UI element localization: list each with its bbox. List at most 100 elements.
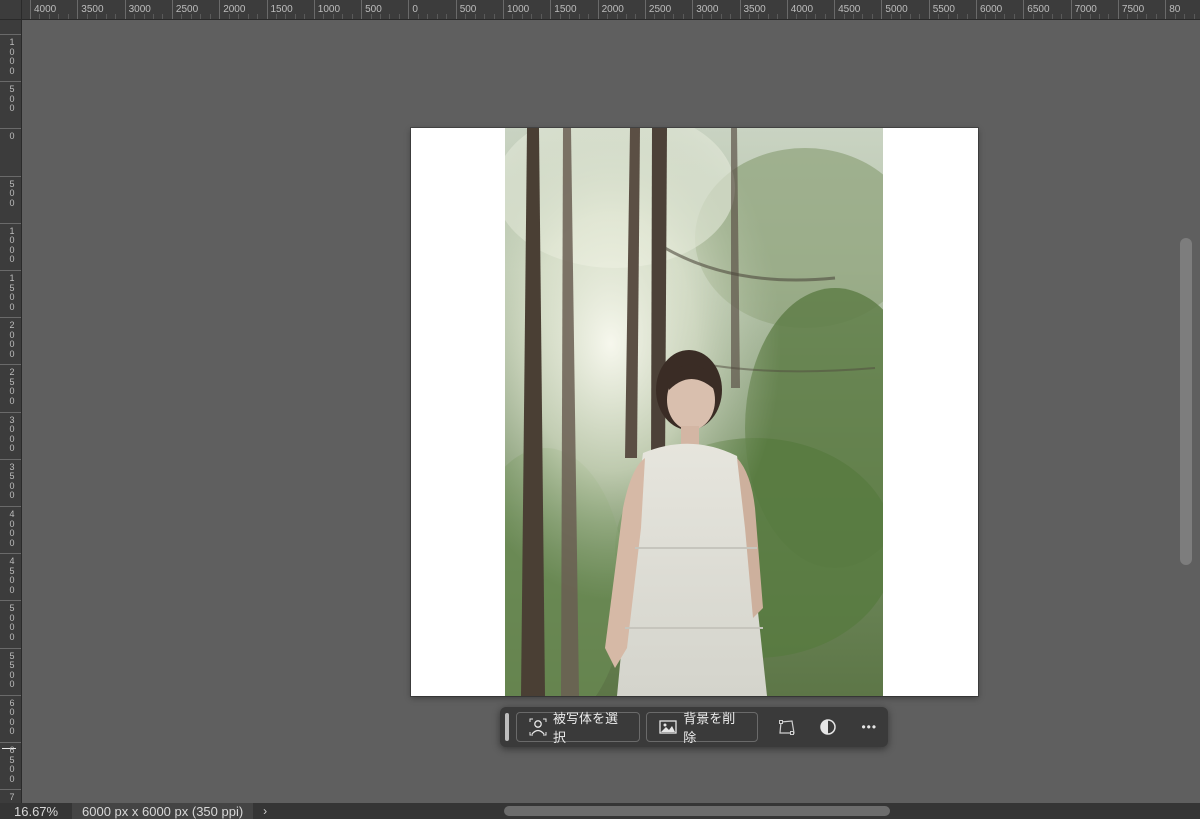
ruler-top-tick: 4000: [30, 0, 56, 19]
transform-icon: [778, 720, 795, 735]
ruler-origin[interactable]: [0, 0, 22, 20]
ruler-top-minor-tick: [654, 14, 656, 19]
ruler-top-minor-tick: [1136, 14, 1138, 19]
ruler-top-minor-tick: [748, 14, 750, 19]
taskbar-drag-handle[interactable]: [505, 713, 509, 741]
ruler-top-minor-tick: [332, 14, 334, 19]
ruler-top-tick: 5000: [881, 0, 908, 19]
ruler-top-tick: 3000: [124, 0, 151, 19]
transform-button[interactable]: [768, 712, 805, 742]
forest-portrait-image: [505, 128, 883, 696]
ruler-top-minor-tick: [796, 14, 798, 19]
status-expand-chevron-icon[interactable]: ›: [253, 804, 277, 818]
document-canvas[interactable]: [411, 128, 978, 696]
ruler-top-minor-tick: [1013, 14, 1015, 19]
ruler-top-label: 1000: [317, 4, 341, 15]
portrait-photo-layer[interactable]: [505, 128, 883, 696]
ruler-top-minor-tick: [247, 14, 249, 19]
ruler-left-label: 2500: [9, 367, 15, 406]
ruler-left-tick: 6500: [0, 742, 21, 783]
ruler-top-minor-tick: [701, 14, 703, 19]
ruler-top-tick: 5500: [928, 0, 955, 19]
ruler-top-minor-tick: [777, 14, 779, 19]
ruler-left-label: 0: [9, 131, 15, 142]
ruler-top-minor-tick: [484, 14, 486, 19]
ruler-top-minor-tick: [39, 14, 41, 19]
ruler-top-minor-tick: [285, 14, 287, 19]
ruler-top-minor-tick: [86, 14, 88, 19]
ruler-top-minor-tick: [635, 14, 637, 19]
ruler-top-minor-tick: [1108, 14, 1110, 19]
select-subject-label: 被写体を選択: [552, 711, 618, 745]
select-subject-button[interactable]: 被写体を選択: [515, 711, 641, 745]
ruler-top-tick: 1000: [313, 0, 340, 19]
ruler-top-minor-tick: [228, 14, 230, 19]
ruler-left-label: 500: [9, 178, 15, 208]
adjustment-layer-button[interactable]: [809, 712, 846, 742]
ruler-top-label: 2000: [223, 4, 246, 15]
ruler-top-tick: 4000: [786, 0, 813, 19]
ruler-top-minor-tick: [351, 14, 353, 19]
ruler-left-tick: 1500: [0, 270, 21, 311]
more-options-button[interactable]: •••: [851, 712, 888, 742]
ruler-top-minor-tick: [446, 14, 448, 19]
ruler-left-label: 6500: [9, 745, 15, 784]
ruler-top-label: 2500: [648, 4, 672, 15]
horizontal-scrollbar[interactable]: [290, 803, 1180, 819]
ruler-top-minor-tick: [1051, 14, 1053, 19]
ruler-top-tick: 3000: [692, 0, 718, 19]
ruler-top-label: 4000: [34, 4, 57, 15]
ruler-top-minor-tick: [115, 14, 117, 19]
ruler-top-minor-tick: [370, 14, 372, 19]
ruler-left-label: 3500: [9, 461, 15, 501]
vertical-ruler[interactable]: 1000 500 0 500 1000 1500 2000 2500 3000 3500 4000 4…: [0, 20, 22, 803]
ruler-left-tick: 2500: [0, 364, 21, 406]
ruler-top-label: 2500: [175, 4, 199, 15]
ruler-top-minor-tick: [900, 14, 902, 19]
ruler-top-minor-tick: [569, 14, 571, 19]
ruler-top-minor-tick: [474, 14, 476, 19]
ruler-top-label: 1000: [507, 4, 530, 15]
ruler-top-minor-tick: [531, 14, 533, 19]
ruler-left-label: 1000: [9, 37, 15, 76]
ruler-top-minor-tick: [843, 14, 845, 19]
horizontal-scrollbar-thumb[interactable]: [504, 806, 890, 816]
ruler-left-label: 4000: [9, 509, 15, 548]
ruler-top-tick: 500: [361, 0, 382, 19]
ruler-top-minor-tick: [578, 14, 580, 19]
remove-background-button[interactable]: 背景を削除: [646, 711, 758, 745]
horizontal-ruler[interactable]: 4000 3500 3000 2500 2000 1500 1000 500 0 500 1000 1…: [22, 0, 1200, 20]
ruler-top-minor-tick: [143, 14, 145, 19]
ruler-left-label: 1500: [9, 273, 15, 312]
ruler-top-minor-tick: [493, 14, 495, 19]
ruler-top-minor-tick: [625, 14, 627, 19]
ruler-top-minor-tick: [853, 14, 855, 19]
ruler-top-minor-tick: [380, 14, 382, 19]
ruler-left-label: 500: [9, 84, 15, 114]
ruler-top-minor-tick: [758, 14, 760, 19]
ruler-top-label: 3000: [696, 4, 719, 15]
ruler-top-minor-tick: [862, 14, 864, 19]
ruler-left-tick: 3000: [0, 411, 21, 453]
ruler-top-minor-tick: [1155, 14, 1157, 19]
ruler-top-minor-tick: [824, 14, 826, 19]
ruler-top-minor-tick: [957, 14, 959, 19]
ruler-left-label: 7: [9, 792, 15, 803]
ruler-top-tick: 1500: [266, 0, 293, 19]
document-info[interactable]: 6000 px x 6000 px (350 ppi): [72, 803, 254, 819]
ruler-top-minor-tick: [1042, 14, 1044, 19]
ruler-top-minor-tick: [521, 14, 523, 19]
ruler-left-tick: 2000: [0, 317, 21, 358]
ruler-left-label: 6000: [9, 697, 15, 737]
ruler-top-minor-tick: [815, 14, 817, 19]
zoom-level[interactable]: 16.67%: [0, 804, 72, 819]
ruler-top-minor-tick: [607, 14, 609, 19]
status-bar: 16.67% 6000 px x 6000 px (350 ppi) ›: [0, 803, 1200, 819]
ruler-top-label: 1500: [270, 4, 293, 15]
ruler-top-minor-tick: [985, 14, 987, 19]
vertical-scrollbar-thumb[interactable]: [1180, 238, 1192, 565]
ruler-top-minor-tick: [1174, 14, 1176, 19]
ruler-top-minor-tick: [682, 14, 684, 19]
ruler-left-tick: 5000: [0, 600, 21, 642]
ruler-top-minor-tick: [805, 14, 807, 19]
